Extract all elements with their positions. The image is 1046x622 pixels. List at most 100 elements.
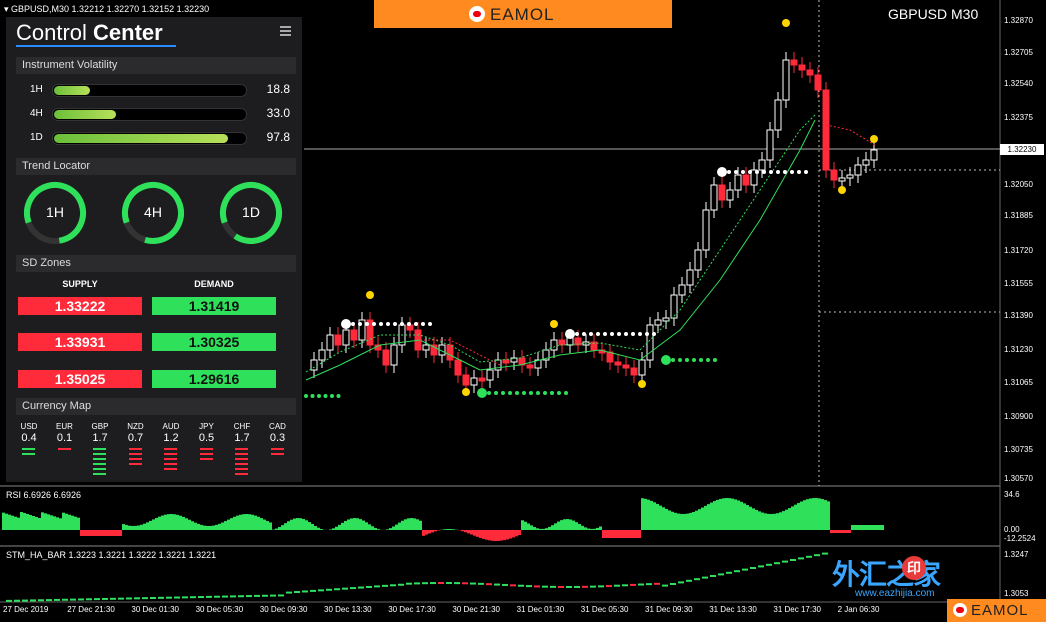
rsi-bar bbox=[764, 513, 767, 530]
rsi-bar bbox=[869, 525, 872, 530]
stm-bar bbox=[246, 595, 252, 598]
candle-body bbox=[702, 209, 710, 251]
rsi-bar bbox=[569, 519, 572, 530]
currency-strength-bar bbox=[270, 448, 284, 450]
rsi-bar bbox=[815, 498, 818, 530]
currency-strength-bar bbox=[57, 448, 71, 450]
rsi-bar bbox=[800, 501, 803, 530]
menu-icon[interactable] bbox=[280, 26, 291, 38]
level-dot bbox=[508, 391, 512, 395]
rsi-bar bbox=[473, 530, 476, 536]
volatility-value: 97.8 bbox=[266, 130, 290, 144]
rsi-bar bbox=[674, 512, 677, 530]
rsi-bar bbox=[8, 514, 11, 530]
rsi-bar bbox=[512, 530, 515, 538]
candle-body bbox=[734, 174, 742, 191]
rsi-bar bbox=[158, 516, 161, 530]
candle-body bbox=[350, 329, 358, 341]
currency-strength-bar bbox=[93, 458, 106, 460]
rsi-bar bbox=[542, 528, 545, 530]
rsi-bar bbox=[83, 530, 86, 536]
rsi-bar bbox=[404, 519, 407, 530]
demand-zone-1[interactable]: 1.31419 bbox=[152, 297, 276, 315]
rsi-bar bbox=[431, 530, 434, 533]
rsi-bar bbox=[359, 519, 362, 530]
demand-zone-2[interactable]: 1.30325 bbox=[152, 333, 276, 351]
rsi-bar bbox=[227, 519, 230, 530]
rsi-bar bbox=[608, 530, 611, 538]
stm-bar bbox=[190, 596, 196, 599]
supply-zone-2[interactable]: 1.33931 bbox=[18, 333, 142, 351]
rsi-bar bbox=[353, 518, 356, 530]
stm-bar bbox=[238, 595, 244, 598]
rsi-bar bbox=[104, 530, 107, 536]
stm-bar bbox=[22, 599, 28, 602]
supply-zone-3[interactable]: 1.35025 bbox=[18, 370, 142, 388]
stm-bar bbox=[302, 590, 308, 593]
stm-bar bbox=[334, 588, 340, 591]
rsi-bar bbox=[335, 526, 338, 530]
stm-bar bbox=[350, 587, 356, 590]
rsi-bar bbox=[212, 525, 215, 530]
trend-band-upper bbox=[305, 114, 816, 373]
candle-body bbox=[854, 164, 862, 176]
dropdown-arrow-icon[interactable]: ▾ bbox=[4, 4, 11, 14]
stm-bar bbox=[78, 598, 84, 601]
candle-body bbox=[310, 359, 318, 371]
rsi-bar bbox=[317, 527, 320, 530]
rsi-bar bbox=[215, 524, 218, 530]
sd-section-header: SD Zones bbox=[16, 255, 296, 272]
rsi-bar bbox=[518, 530, 521, 536]
rsi-bar bbox=[164, 514, 167, 530]
level-dot bbox=[776, 170, 780, 174]
rsi-bar bbox=[548, 526, 551, 530]
candle-body bbox=[558, 339, 566, 346]
supply-zone-1[interactable]: 1.33222 bbox=[18, 297, 142, 315]
stm-bar bbox=[686, 579, 692, 582]
rsi-bar bbox=[701, 507, 704, 530]
rsi-bar bbox=[446, 529, 449, 530]
rsi-bar bbox=[179, 515, 182, 530]
rsi-bar bbox=[140, 524, 143, 530]
stm-bar bbox=[118, 597, 124, 600]
stm-bar bbox=[798, 557, 804, 560]
candle-body bbox=[806, 69, 814, 76]
rsi-bar bbox=[17, 517, 20, 530]
rsi-bar bbox=[254, 515, 257, 530]
rsi-bar bbox=[602, 530, 605, 538]
candle-body bbox=[870, 149, 878, 161]
demand-zone-3[interactable]: 1.29616 bbox=[152, 370, 276, 388]
rsi-bar bbox=[98, 530, 101, 536]
price-axis-label: 1.32705 bbox=[1004, 48, 1033, 57]
rsi-bar bbox=[197, 523, 200, 530]
rsi-bar bbox=[575, 522, 578, 530]
rsi-bar bbox=[524, 521, 527, 530]
watermark-url: www.eazhijia.com bbox=[855, 588, 935, 599]
level-dot bbox=[624, 332, 628, 336]
candle-body bbox=[670, 294, 678, 319]
rsi-bar bbox=[347, 519, 350, 530]
rsi-bar bbox=[332, 528, 335, 530]
rsi-bar bbox=[566, 519, 569, 530]
stm-bar bbox=[702, 576, 708, 579]
rsi-bar bbox=[26, 514, 29, 530]
rsi-bar bbox=[296, 518, 299, 530]
volatility-label: 1H bbox=[30, 84, 43, 95]
brand-name: EAMOL bbox=[490, 5, 555, 24]
rsi-bar bbox=[806, 499, 809, 530]
rsi-bar bbox=[644, 498, 647, 530]
swing-low-marker bbox=[638, 380, 646, 388]
rsi-bar bbox=[749, 506, 752, 530]
rsi-bar bbox=[188, 519, 191, 530]
rsi-bar bbox=[425, 530, 428, 535]
candle-body bbox=[830, 169, 838, 181]
candle-body bbox=[486, 369, 494, 381]
stm-bar bbox=[166, 596, 172, 599]
currency-strength-bar bbox=[235, 468, 248, 470]
rsi-bar bbox=[581, 525, 584, 530]
price-axis-label: 1.30900 bbox=[1004, 412, 1033, 421]
rsi-bar bbox=[551, 525, 554, 530]
rsi-bar bbox=[386, 529, 389, 530]
rsi-bar bbox=[842, 530, 845, 533]
rsi-bar bbox=[182, 516, 185, 530]
